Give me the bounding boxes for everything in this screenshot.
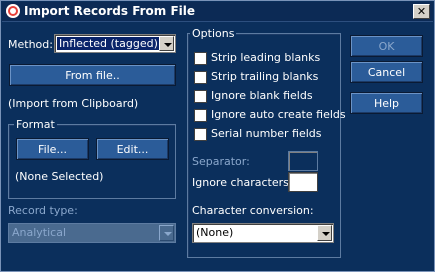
clipboard-note: (Import from Clipboard) (8, 97, 139, 110)
options-group-title: Options (190, 27, 237, 40)
separator-field[interactable] (288, 151, 318, 171)
strip-leading-label: Strip leading blanks (211, 51, 321, 64)
strip-leading-checkbox[interactable] (194, 52, 207, 65)
app-logo-icon (6, 4, 20, 18)
ignore-chars-field[interactable] (288, 172, 318, 192)
import-records-dialog: Import Records From File ✕ Method: Infle… (0, 0, 435, 272)
title-bar[interactable]: Import Records From File ✕ (2, 2, 433, 22)
format-file-button[interactable]: File... (16, 138, 89, 160)
record-type-dropdown[interactable]: Analytical (8, 223, 176, 243)
ignore-chars-label: Ignore characters: (192, 176, 293, 189)
format-edit-button[interactable]: Edit... (96, 138, 169, 160)
cancel-button[interactable]: Cancel (350, 61, 423, 83)
ok-button[interactable]: OK (350, 35, 423, 57)
record-type-label: Record type: (8, 204, 78, 217)
char-conversion-label: Character conversion: (192, 204, 314, 217)
window-title: Import Records From File (24, 4, 196, 18)
chevron-down-icon[interactable] (317, 225, 332, 241)
strip-trailing-label: Strip trailing blanks (211, 70, 319, 83)
from-file-button[interactable]: From file.. (9, 64, 176, 86)
ignore-blank-label: Ignore blank fields (211, 89, 313, 102)
ignore-auto-create-checkbox[interactable] (194, 109, 207, 122)
method-dropdown[interactable]: Inflected (tagged) (54, 34, 176, 53)
separator-label: Separator: (192, 155, 250, 168)
strip-trailing-checkbox[interactable] (194, 71, 207, 84)
char-conversion-dropdown[interactable]: (None) (192, 223, 334, 243)
method-value: Inflected (tagged) (57, 37, 160, 50)
record-type-value: Analytical (12, 226, 67, 239)
ignore-blank-checkbox[interactable] (194, 90, 207, 103)
format-group-title: Format (14, 118, 57, 131)
chevron-down-icon[interactable] (159, 225, 174, 241)
char-conversion-value: (None) (196, 226, 234, 239)
format-selection-text: (None Selected) (15, 170, 104, 183)
format-group (8, 124, 176, 199)
serial-number-checkbox[interactable] (194, 128, 207, 141)
chevron-down-icon[interactable] (159, 36, 174, 51)
serial-number-label: Serial number fields (211, 127, 322, 140)
ignore-auto-create-label: Ignore auto create fields (211, 108, 346, 121)
close-button[interactable]: ✕ (413, 4, 430, 19)
method-label: Method: (8, 38, 53, 51)
help-button[interactable]: Help (350, 92, 423, 114)
